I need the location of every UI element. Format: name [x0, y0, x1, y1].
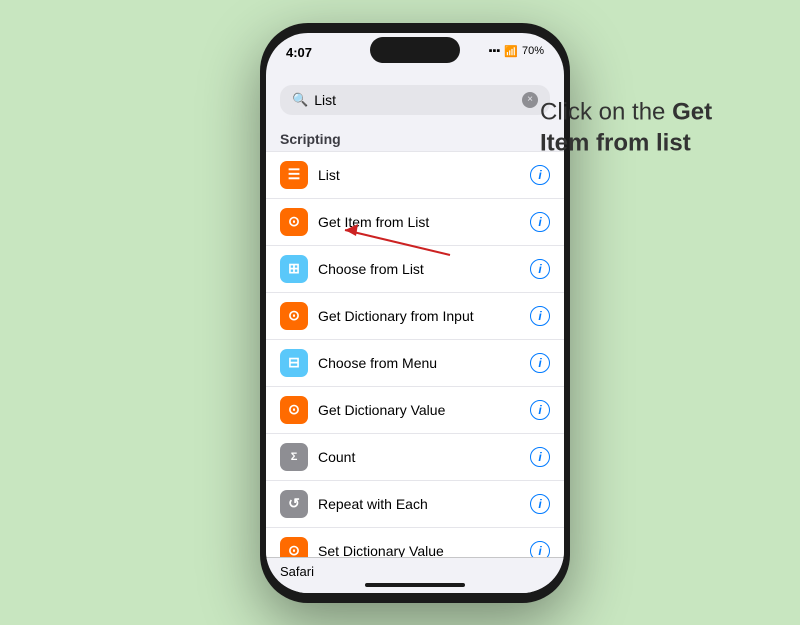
get-dict-value-label: Get Dictionary Value — [318, 402, 530, 418]
count-label: Count — [318, 449, 530, 465]
phone: 4:07 ▪▪▪ 📶 70% 🔍 List × Scripting — [260, 23, 570, 603]
bottom-label: Safari — [280, 564, 550, 579]
get-item-label: Get Item from List — [318, 214, 530, 230]
repeat-info[interactable]: i — [530, 494, 550, 514]
list-item-repeat-with-each[interactable]: ↺ Repeat with Each i — [266, 481, 564, 528]
phone-screen: 4:07 ▪▪▪ 📶 70% 🔍 List × Scripting — [266, 33, 564, 593]
repeat-label: Repeat with Each — [318, 496, 530, 512]
clear-icon: × — [527, 94, 533, 105]
set-dict-value-icon: ⊙ — [280, 537, 308, 557]
annotation: Click on the Get Item from list — [540, 96, 760, 158]
list-item-count[interactable]: Σ Count i — [266, 434, 564, 481]
count-icon: Σ — [280, 443, 308, 471]
list-item-get-item-from-list[interactable]: ⊙ Get Item from List i — [266, 199, 564, 246]
signal-icon: ▪▪▪ — [489, 45, 501, 57]
list-item-choose-from-menu[interactable]: ⊟ Choose from Menu i — [266, 340, 564, 387]
list-item-list-info[interactable]: i — [530, 165, 550, 185]
set-dict-value-label: Set Dictionary Value — [318, 543, 530, 557]
section-header-scripting: Scripting — [266, 123, 564, 151]
get-item-icon: ⊙ — [280, 208, 308, 236]
choose-list-label: Choose from List — [318, 261, 530, 277]
choose-menu-label: Choose from Menu — [318, 355, 530, 371]
list-item-choose-from-list[interactable]: ⊞ Choose from List i — [266, 246, 564, 293]
get-item-info[interactable]: i — [530, 212, 550, 232]
annotation-text-part1: Click on the — [540, 98, 672, 125]
status-time: 4:07 — [286, 43, 312, 60]
get-dict-input-info[interactable]: i — [530, 306, 550, 326]
list-content: ☰ List i ⊙ Get Item from List i ⊞ Choose… — [266, 151, 564, 557]
get-dict-value-icon: ⊙ — [280, 396, 308, 424]
set-dict-value-info[interactable]: i — [530, 541, 550, 557]
choose-list-info[interactable]: i — [530, 259, 550, 279]
bottom-bar: Safari — [266, 557, 564, 593]
dynamic-island — [370, 37, 460, 63]
status-icons: ▪▪▪ 📶 70% — [489, 43, 544, 58]
annotation-text: Click on the Get Item from list — [540, 96, 760, 158]
home-indicator — [365, 583, 465, 587]
list-item-set-dict-value[interactable]: ⊙ Set Dictionary Value i — [266, 528, 564, 557]
battery-icon: 70% — [522, 45, 544, 57]
get-dict-value-info[interactable]: i — [530, 400, 550, 420]
count-info[interactable]: i — [530, 447, 550, 467]
search-input[interactable]: List — [314, 92, 516, 108]
list-item-list-label: List — [318, 167, 530, 183]
get-dict-input-icon: ⊙ — [280, 302, 308, 330]
repeat-icon: ↺ — [280, 490, 308, 518]
search-bar[interactable]: 🔍 List × — [280, 85, 550, 115]
search-clear-button[interactable]: × — [522, 92, 538, 108]
choose-list-icon: ⊞ — [280, 255, 308, 283]
search-icon: 🔍 — [292, 92, 308, 108]
wifi-icon: 📶 — [504, 45, 518, 58]
list-item-get-dict-input[interactable]: ⊙ Get Dictionary from Input i — [266, 293, 564, 340]
list-item-list[interactable]: ☰ List i — [266, 151, 564, 199]
choose-menu-icon: ⊟ — [280, 349, 308, 377]
get-dict-input-label: Get Dictionary from Input — [318, 308, 530, 324]
list-item-list-icon: ☰ — [280, 161, 308, 189]
scene: 4:07 ▪▪▪ 📶 70% 🔍 List × Scripting — [0, 0, 800, 625]
choose-menu-info[interactable]: i — [530, 353, 550, 373]
list-item-get-dict-value[interactable]: ⊙ Get Dictionary Value i — [266, 387, 564, 434]
